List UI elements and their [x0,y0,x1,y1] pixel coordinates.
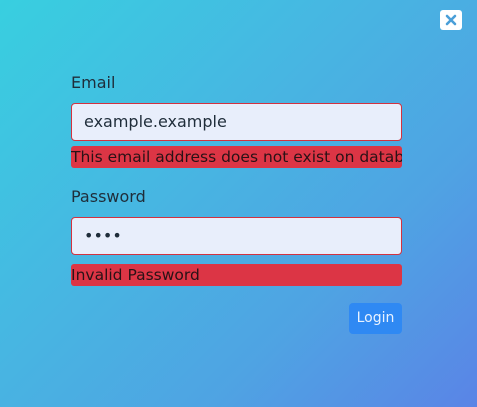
email-label: Email [71,73,116,92]
email-field[interactable]: example.example [71,103,402,141]
password-error-message: Invalid Password [71,264,402,286]
email-error-message: This email address does not exist on dat… [71,146,402,168]
login-button[interactable]: Login [349,303,402,334]
password-label: Password [71,187,146,206]
close-button[interactable] [440,10,462,30]
password-field[interactable]: •••• [71,217,402,255]
close-icon [445,14,457,26]
login-modal: Email example.example This email address… [0,0,477,407]
